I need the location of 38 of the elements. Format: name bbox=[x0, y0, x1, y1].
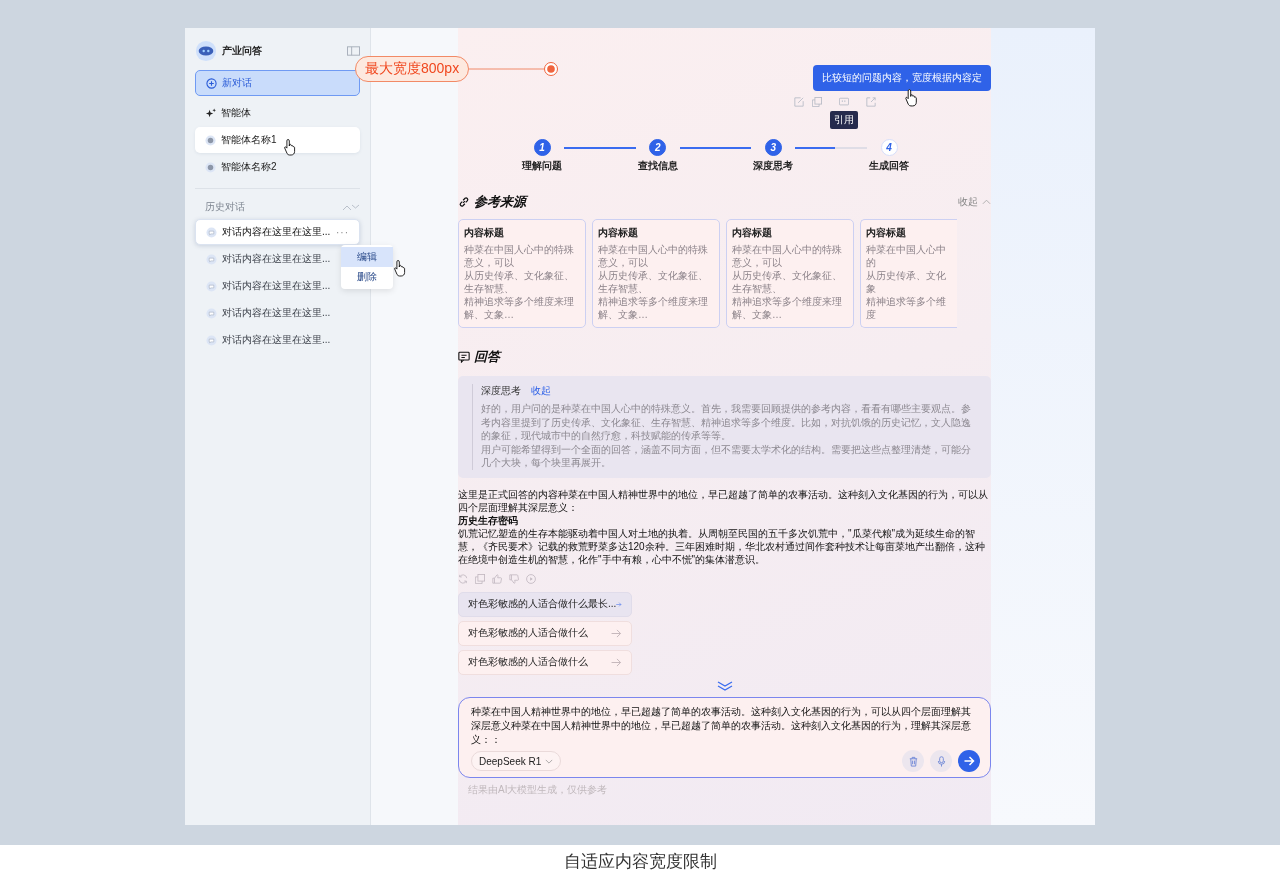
card-text: 精神追求等多个维度 bbox=[866, 295, 947, 321]
step-label: 理解问题 bbox=[522, 159, 562, 173]
answer-heading: 历史生存密码 bbox=[458, 513, 519, 527]
step-number: 3 bbox=[764, 139, 782, 156]
app-name: 产业问答 bbox=[222, 44, 262, 58]
card-title: 内容标题 bbox=[866, 226, 907, 240]
step-number: 2 bbox=[649, 139, 667, 156]
card-text: 从历史传承、文化象征、生存智慧、 bbox=[598, 269, 709, 295]
card-text: 精神追求等多个维度来理解、文象… bbox=[732, 295, 843, 321]
user-message: 比较短的问题内容，宽度根据内容定 bbox=[813, 65, 991, 91]
thinking-title: 深度思考 bbox=[481, 384, 521, 398]
card-text: 从历史传承、文化象征、生存智慧、 bbox=[464, 269, 575, 295]
step-label: 生成回答 bbox=[869, 159, 909, 173]
agents-label: 智能体 bbox=[221, 106, 251, 120]
card-text: 种菜在中国人心中的 bbox=[866, 243, 947, 269]
answer-paragraph: 饥荒记忆塑造的生存本能驱动着中国人对土地的执着。从周朝至民国的五千多次饥荒中，"瓜菜代粮"成为延续生命的智慧，《齐民要术》记载的救荒野菜多达120余种。三年困难时期，华北农村通过间作套种技术让每亩菜地产出翻倍，这种在绝境中创造生机的智慧，化作"手中有粮，心中不慌"的集体潜意识。 bbox=[458, 526, 986, 566]
card-title: 内容标题 bbox=[598, 226, 639, 240]
card-text: 种菜在中国人心中的特殊意义，可以 bbox=[464, 243, 575, 269]
annotation-label: 最大宽度800px bbox=[355, 56, 470, 82]
step-number: 4 bbox=[880, 139, 898, 156]
step-label: 深度思考 bbox=[753, 159, 794, 173]
card-title: 内容标题 bbox=[732, 226, 773, 240]
caption: 自适应内容宽度限制 bbox=[562, 850, 718, 873]
card-title: 内容标题 bbox=[464, 226, 505, 240]
step-number: 1 bbox=[533, 139, 551, 156]
history-label: 历史对话 bbox=[205, 200, 245, 214]
card-text: 从历史传承、文化象征、生存智慧、 bbox=[732, 269, 843, 295]
card-text: 从历史传承、文化象 bbox=[866, 269, 947, 295]
step-label: 查找信息 bbox=[637, 159, 678, 173]
section-title: 参考来源 bbox=[474, 193, 526, 211]
answer-paragraph: 这里是正式回答的内容种菜在中国人精神世界中的地位，早已超越了简单的农事活动。这种刻入文化基因的行为，可以从四个层面理解其深层意义： bbox=[458, 487, 989, 514]
section-title: 回答 bbox=[474, 348, 500, 366]
card-text: 精神追求等多个维度来理解、文象… bbox=[464, 295, 575, 321]
thinking-text: 好的，用户问的是种菜在中国人心中的特殊意义。首先，我需要回顾提供的参考内容，看看有哪些主要观点。参考内容里提到了历史传承、文化象征、生存智慧、精神追求等多个维度。比如，对抗饥饿的历史记忆，文人隐逸的象征，现代城市中的自然疗愈，科技赋能的传承等等。 bbox=[481, 402, 972, 443]
card-text: 种菜在中国人心中的特殊意义，可以 bbox=[732, 243, 843, 269]
card-text: 种菜在中国人心中的特殊意义，可以 bbox=[598, 243, 709, 269]
card-text: 精神追求等多个维度来理解、文象… bbox=[598, 295, 709, 321]
tooltip: 引用 bbox=[830, 111, 858, 129]
